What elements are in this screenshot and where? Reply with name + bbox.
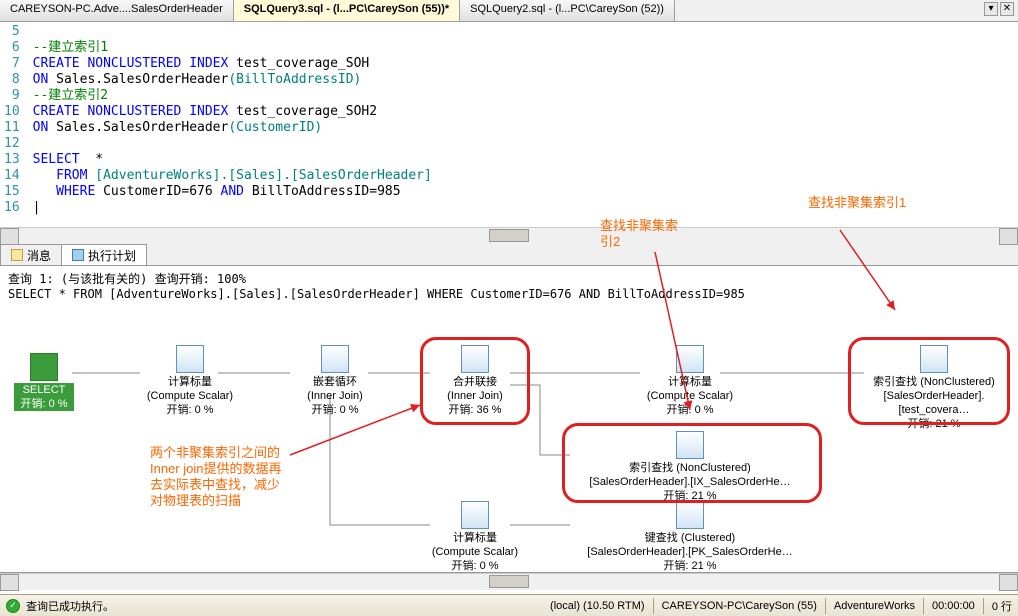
- sql-editor[interactable]: 5678910111213141516 --建立索引1 CREATE NONCL…: [0, 22, 1018, 227]
- tab-sqlquery3[interactable]: SQLQuery3.sql - (l...PC\CareySon (55))*: [234, 0, 460, 21]
- status-rows: 0 行: [992, 598, 1012, 614]
- plan-node-nested-loop[interactable]: 嵌套循环 (Inner Join) 开销: 0 %: [290, 345, 380, 417]
- tab-table[interactable]: CAREYSON-PC.Adve....SalesOrderHeader: [0, 0, 234, 21]
- plan-h-scrollbar[interactable]: [0, 573, 1018, 590]
- plan-node-compute-scalar-1[interactable]: 计算标量 (Compute Scalar) 开销: 0 %: [140, 345, 240, 417]
- compute-scalar-icon: [676, 345, 704, 373]
- result-tabs: 消息 执行计划: [0, 244, 1018, 266]
- messages-icon: [11, 249, 23, 261]
- index-seek-icon: [920, 345, 948, 373]
- editor-h-scrollbar[interactable]: [0, 227, 1018, 244]
- merge-join-icon: [461, 345, 489, 373]
- status-time: 00:00:00: [932, 600, 975, 612]
- plan-icon: [72, 249, 84, 261]
- index-seek-icon: [676, 431, 704, 459]
- plan-node-compute-scalar-2[interactable]: 计算标量 (Compute Scalar) 开销: 0 %: [640, 345, 740, 417]
- select-icon: [30, 353, 58, 381]
- status-message: 查询已成功执行。: [26, 598, 114, 614]
- close-icon[interactable]: ✕: [1000, 2, 1014, 16]
- status-bar: ✓ 查询已成功执行。 (local) (10.50 RTM) CAREYSON-…: [0, 594, 1018, 616]
- plan-node-index-seek-1[interactable]: 索引查找 (NonClustered) [SalesOrderHeader].[…: [850, 345, 1018, 431]
- plan-node-compute-scalar-3[interactable]: 计算标量 (Compute Scalar) 开销: 0 %: [425, 501, 525, 573]
- status-server: (local) (10.50 RTM): [550, 600, 645, 612]
- plan-node-key-lookup[interactable]: 键查找 (Clustered) [SalesOrderHeader].[PK_S…: [580, 501, 800, 573]
- status-db: AdventureWorks: [834, 600, 915, 612]
- status-user: CAREYSON-PC\CareySon (55): [662, 600, 817, 612]
- key-lookup-icon: [676, 501, 704, 529]
- code-body[interactable]: --建立索引1 CREATE NONCLUSTERED INDEX test_c…: [29, 22, 1018, 227]
- plan-diagram: SELECT 开销: 0 % 计算标量 (Compute Scalar) 开销:…: [0, 305, 1010, 573]
- plan-node-index-seek-2[interactable]: 索引查找 (NonClustered) [SalesOrderHeader].[…: [580, 431, 800, 503]
- execution-plan-pane[interactable]: 查询 1: (与该批有关的) 查询开销: 100% SELECT * FROM …: [0, 266, 1018, 573]
- tab-messages[interactable]: 消息: [0, 244, 62, 265]
- plan-node-select[interactable]: SELECT 开销: 0 %: [14, 353, 74, 411]
- annotation-inner-join: 两个非聚集索引之间的Inner join提供的数据再去实际表中查找，减少对物理表…: [150, 445, 290, 509]
- document-tabs: CAREYSON-PC.Adve....SalesOrderHeader SQL…: [0, 0, 1018, 22]
- tab-sqlquery2[interactable]: SQLQuery2.sql - (l...PC\CareySon (52)): [460, 0, 675, 21]
- line-gutter: 5678910111213141516: [0, 22, 29, 227]
- nested-loop-icon: [321, 345, 349, 373]
- tab-execution-plan[interactable]: 执行计划: [61, 244, 147, 265]
- success-icon: ✓: [6, 599, 20, 613]
- compute-scalar-icon: [176, 345, 204, 373]
- plan-node-merge-join[interactable]: 合并联接 (Inner Join) 开销: 36 %: [430, 345, 520, 417]
- compute-scalar-icon: [461, 501, 489, 529]
- plan-query-header: 查询 1: (与该批有关的) 查询开销: 100% SELECT * FROM …: [0, 266, 1018, 305]
- tab-dropdown-icon[interactable]: ▾: [984, 2, 998, 16]
